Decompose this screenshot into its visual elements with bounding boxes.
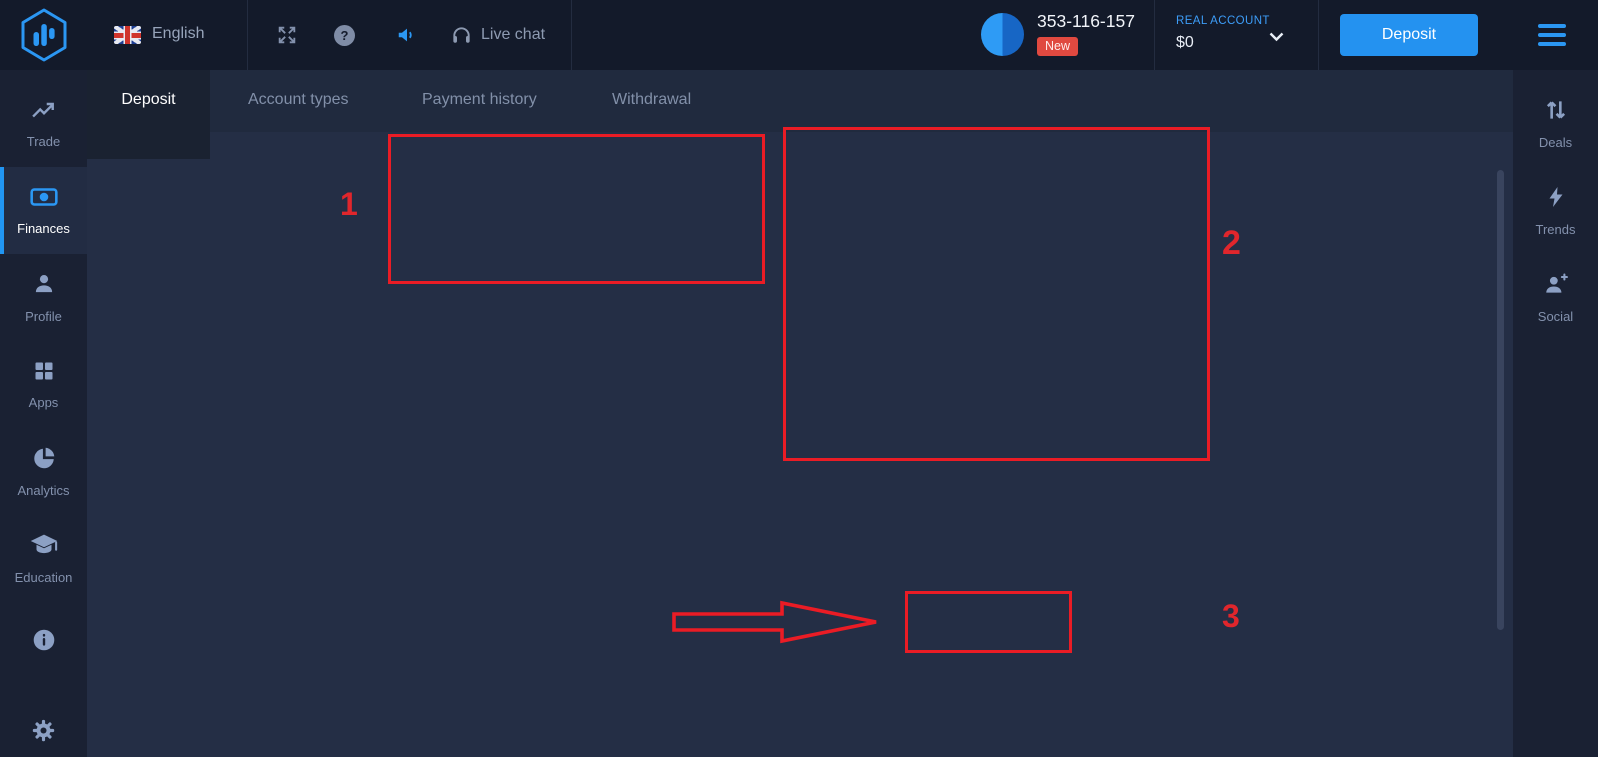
tab-deposit[interactable]: Deposit (87, 70, 210, 159)
new-badge: New (1037, 37, 1078, 56)
scrollbar-thumb[interactable] (1497, 170, 1504, 630)
sidebar-item-label: Analytics (17, 483, 69, 498)
sidebar-item-trends[interactable]: Trends (1513, 167, 1598, 254)
sidebar-item-trade[interactable]: Trade (0, 80, 87, 167)
sidebar-item-analytics[interactable]: Analytics (0, 428, 87, 515)
live-chat-link[interactable]: Live chat (481, 26, 545, 44)
header-divider (1318, 0, 1319, 70)
chevron-down-icon (1268, 30, 1285, 48)
sidebar-item-profile[interactable]: Profile (0, 254, 87, 341)
banknote-icon (29, 185, 59, 214)
sidebar-item-social[interactable]: Social (1513, 254, 1598, 341)
sidebar-item-deals[interactable]: Deals (1513, 80, 1598, 167)
person-icon (31, 271, 57, 302)
header-deposit-button[interactable]: Deposit (1340, 14, 1478, 56)
arrows-up-down-icon (1543, 97, 1569, 128)
info-circle-icon (31, 627, 57, 658)
sidebar-item-label: Education (15, 570, 73, 585)
sidebar-item-label: Profile (25, 309, 62, 324)
header-divider (571, 0, 572, 70)
tab-account-types[interactable]: Account types (248, 91, 349, 109)
fullscreen-icon[interactable] (276, 24, 298, 51)
avatar[interactable] (981, 13, 1024, 56)
header-divider (1154, 0, 1155, 70)
account-id: 353-116-157 (1037, 11, 1135, 32)
sidebar-item-finances[interactable]: Finances (0, 167, 87, 254)
tab-payment-history[interactable]: Payment history (422, 91, 537, 109)
tab-label: Deposit (121, 91, 175, 159)
main-content (87, 132, 1513, 757)
trade-icon (30, 98, 58, 127)
platform-logo-icon[interactable] (20, 8, 68, 67)
uk-flag-icon (114, 26, 141, 44)
sidebar-item-label: Finances (17, 221, 70, 236)
deposit-page: English ? Live chat 353-116-157 (0, 0, 1598, 757)
graduation-cap-icon (29, 532, 59, 563)
sidebar-item-label: Trends (1536, 222, 1576, 237)
account-type-label: REAL ACCOUNT (1176, 15, 1270, 27)
sidebar-item-label: Trade (27, 134, 60, 149)
sidebar-item-settings[interactable] (0, 689, 87, 757)
sound-icon[interactable] (396, 24, 418, 51)
headset-icon (450, 24, 473, 52)
gear-icon (30, 717, 57, 749)
lightning-icon (1544, 184, 1568, 215)
sidebar-item-education[interactable]: Education (0, 515, 87, 602)
sidebar-item-help[interactable] (0, 602, 87, 689)
sidebar-item-label: Deals (1539, 135, 1572, 150)
sidebar-item-label: Apps (29, 395, 59, 410)
account-balance: $0 (1176, 34, 1194, 52)
header-divider (247, 0, 248, 70)
sidebar-item-apps[interactable]: Apps (0, 341, 87, 428)
tab-withdrawal[interactable]: Withdrawal (612, 91, 691, 109)
left-sidebar: Trade Finances Profile (0, 70, 87, 757)
header: English ? Live chat 353-116-157 (0, 0, 1598, 70)
pie-chart-icon (31, 445, 57, 476)
sidebar-item-label: Social (1538, 309, 1573, 324)
grid-icon (32, 359, 56, 388)
language-label: English (152, 25, 204, 43)
help-question-icon[interactable]: ? (334, 25, 355, 46)
menu-icon[interactable] (1538, 24, 1566, 46)
right-sidebar: Deals Trends Social (1513, 70, 1598, 757)
person-plus-icon (1542, 271, 1570, 302)
